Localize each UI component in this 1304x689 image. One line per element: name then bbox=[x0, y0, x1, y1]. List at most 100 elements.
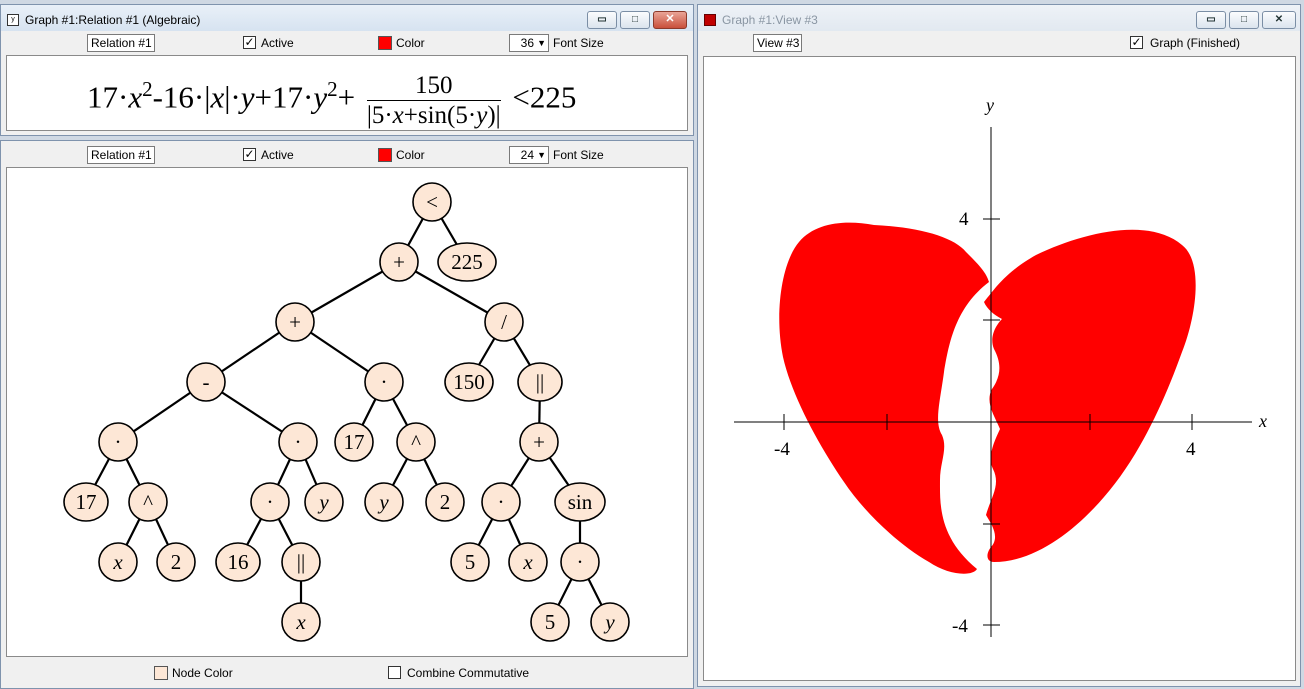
view-maximize-button[interactable]: □ bbox=[1229, 11, 1259, 29]
graph-app-icon bbox=[704, 14, 716, 26]
tree-node-label: 5 bbox=[545, 610, 556, 634]
active-checkbox[interactable]: ✓ bbox=[243, 36, 256, 49]
heart-region-left bbox=[779, 222, 989, 574]
combine-commutative-checkbox[interactable] bbox=[388, 666, 401, 679]
tree-node[interactable]: / bbox=[484, 302, 524, 342]
combine-commutative-label: Combine Commutative bbox=[407, 666, 530, 680]
view-window-title: Graph #1:View #3 bbox=[722, 13, 818, 27]
view-minimize-button[interactable]: ▭ bbox=[1196, 11, 1226, 29]
tree-node[interactable]: - bbox=[186, 362, 226, 402]
tree-node-label: + bbox=[393, 250, 405, 274]
color-label: Color bbox=[396, 36, 425, 50]
maximize-icon: □ bbox=[1240, 14, 1248, 25]
tree-node[interactable]: · bbox=[481, 482, 521, 522]
color-swatch[interactable] bbox=[378, 36, 392, 50]
tree-node-label: 16 bbox=[228, 550, 249, 574]
tree-node[interactable]: ^ bbox=[396, 422, 436, 462]
x-axis-label: x bbox=[1258, 411, 1267, 431]
expression-tree: < + 225 + / - · 150 || · · 17 ^ +17 ^ · y y 2 · sin x 2 16 || 5 x ·… bbox=[63, 182, 630, 642]
close-button[interactable]: ✕ bbox=[653, 11, 687, 29]
close-icon: ✕ bbox=[1274, 14, 1284, 25]
x-max-tick-label: 4 bbox=[1186, 439, 1196, 460]
tree-node-label: 17 bbox=[344, 430, 365, 454]
tree-node-label: y bbox=[377, 490, 389, 514]
tree-node[interactable]: 2 bbox=[156, 542, 196, 582]
active-label: Active bbox=[261, 36, 294, 50]
graph-finished-label: Graph (Finished) bbox=[1150, 36, 1241, 50]
window-title: Graph #1:Relation #1 (Algebraic) bbox=[25, 13, 201, 27]
relation-name-field[interactable]: Relation #1 bbox=[87, 34, 155, 52]
tree-footer: Node Color Combine Commutative bbox=[1, 659, 693, 687]
relation-titlebar[interactable]: y Graph #1:Relation #1 (Algebraic) ▭ □ ✕ bbox=[1, 5, 693, 33]
font-size-label: Font Size bbox=[553, 36, 604, 50]
tree-node[interactable]: 150 bbox=[444, 362, 494, 402]
minimize-icon: ▭ bbox=[597, 14, 607, 25]
tree-node[interactable]: · bbox=[250, 482, 290, 522]
tree-node[interactable]: + bbox=[275, 302, 315, 342]
tree-node[interactable]: x bbox=[98, 542, 138, 582]
graph-canvas: x y -4 4 4 -4 bbox=[734, 95, 1267, 637]
y-max-tick-label: 4 bbox=[959, 209, 969, 230]
tree-node-label: < bbox=[426, 190, 438, 214]
tree-node[interactable]: x bbox=[508, 542, 548, 582]
tree-node[interactable]: y bbox=[590, 602, 630, 642]
tree-window: Relation #1 ✓ Active Color 24 ▼ Font Size… bbox=[0, 140, 694, 689]
tree-node-label: · bbox=[115, 430, 122, 454]
tree-node[interactable]: 16 bbox=[215, 542, 261, 582]
tree-font-size-label: Font Size bbox=[553, 148, 604, 162]
tree-node-label: 225 bbox=[451, 250, 483, 274]
tree-node-label: ^ bbox=[411, 430, 421, 454]
tree-node[interactable]: y bbox=[364, 482, 404, 522]
tree-node-label: + bbox=[289, 310, 301, 334]
close-icon: ✕ bbox=[665, 13, 675, 25]
minimize-button[interactable]: ▭ bbox=[587, 11, 617, 29]
tree-node[interactable]: || bbox=[281, 542, 321, 582]
tree-node[interactable]: · bbox=[560, 542, 600, 582]
fraction: 150 |5·x+sin(5·y)| bbox=[366, 71, 501, 129]
tree-node[interactable]: 225 bbox=[437, 242, 497, 282]
view-name-field[interactable]: View #3 bbox=[753, 34, 802, 52]
tree-node[interactable]: 17 bbox=[334, 422, 374, 462]
tree-node[interactable]: < bbox=[412, 182, 452, 222]
graph-finished-checkbox[interactable]: ✓ bbox=[1130, 36, 1143, 49]
tree-color-label: Color bbox=[396, 148, 425, 162]
tree-node[interactable]: · bbox=[364, 362, 404, 402]
tree-node-label: 17 bbox=[76, 490, 97, 514]
tree-node-label: y bbox=[603, 610, 615, 634]
tree-node[interactable]: 5 bbox=[450, 542, 490, 582]
view-close-button[interactable]: ✕ bbox=[1262, 11, 1296, 29]
tree-active-checkbox[interactable]: ✓ bbox=[243, 148, 256, 161]
view-titlebar[interactable]: Graph #1:View #3 ▭ □ ✕ bbox=[698, 5, 1300, 33]
tree-node[interactable]: · bbox=[98, 422, 138, 462]
relation-window: y Graph #1:Relation #1 (Algebraic) ▭ □ ✕… bbox=[0, 4, 694, 136]
font-size-select[interactable]: 36 ▼ bbox=[509, 34, 549, 52]
tree-node-label: y bbox=[317, 490, 329, 514]
tree-node[interactable]: 5 bbox=[530, 602, 570, 642]
heart-region-right bbox=[984, 229, 1196, 562]
tree-node[interactable]: 17 bbox=[63, 482, 109, 522]
tree-active-label: Active bbox=[261, 148, 294, 162]
tree-node-label: 150 bbox=[453, 370, 485, 394]
tree-relation-name-field[interactable]: Relation #1 bbox=[87, 146, 155, 164]
tree-node[interactable]: 2 bbox=[425, 482, 465, 522]
maximize-button[interactable]: □ bbox=[620, 11, 650, 29]
graph-pane: x y -4 4 4 -4 bbox=[703, 56, 1296, 681]
tree-node-label: · bbox=[498, 490, 505, 514]
tree-node[interactable]: ^ bbox=[128, 482, 168, 522]
tree-node[interactable]: sin bbox=[554, 482, 606, 522]
formula: 17·x2-16·|x|·y+17·y2+ 150 |5·x+sin(5·y)|… bbox=[87, 71, 577, 129]
tree-node[interactable]: + bbox=[519, 422, 559, 462]
tree-font-size-select[interactable]: 24 ▼ bbox=[509, 146, 549, 164]
app-icon: y bbox=[7, 14, 19, 26]
tree-node[interactable]: y bbox=[304, 482, 344, 522]
tree-node[interactable]: || bbox=[517, 362, 563, 402]
x-min-tick-label: -4 bbox=[774, 439, 790, 460]
tree-node[interactable]: · bbox=[278, 422, 318, 462]
tree-node-label: 5 bbox=[465, 550, 476, 574]
y-axis-label: y bbox=[984, 95, 994, 115]
tree-node[interactable]: + bbox=[379, 242, 419, 282]
tree-node-label: 2 bbox=[171, 550, 182, 574]
tree-node[interactable]: x bbox=[281, 602, 321, 642]
tree-color-swatch[interactable] bbox=[378, 148, 392, 162]
node-color-swatch[interactable] bbox=[154, 666, 168, 680]
